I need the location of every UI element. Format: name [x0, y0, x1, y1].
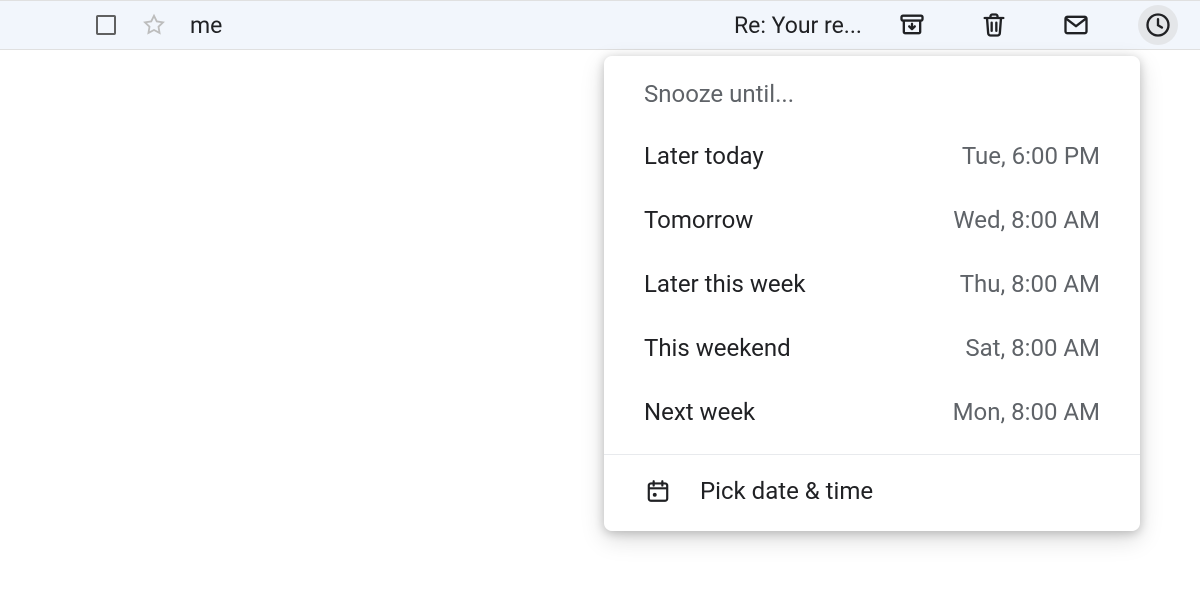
snooze-button[interactable] [1138, 5, 1178, 45]
snooze-option-label: This weekend [644, 334, 791, 362]
snooze-option-time: Thu, 8:00 AM [960, 270, 1100, 298]
snooze-option-later-this-week[interactable]: Later this week Thu, 8:00 AM [604, 252, 1140, 316]
envelope-icon [1062, 11, 1090, 39]
email-sender: me [190, 12, 734, 39]
archive-button[interactable] [892, 5, 932, 45]
snooze-menu: Snooze until... Later today Tue, 6:00 PM… [604, 56, 1140, 531]
snooze-option-label: Later this week [644, 270, 806, 298]
delete-button[interactable] [974, 5, 1014, 45]
email-row[interactable]: me Re: Your re... [0, 0, 1200, 50]
snooze-option-time: Wed, 8:00 AM [953, 206, 1100, 234]
snooze-option-time: Mon, 8:00 AM [953, 398, 1100, 426]
calendar-icon [644, 477, 672, 505]
email-action-icons [892, 5, 1188, 45]
snooze-menu-title: Snooze until... [604, 80, 1140, 124]
snooze-option-next-week[interactable]: Next week Mon, 8:00 AM [604, 380, 1140, 444]
snooze-option-label: Next week [644, 398, 755, 426]
pick-date-time-label: Pick date & time [700, 477, 873, 505]
select-checkbox[interactable] [96, 15, 116, 35]
snooze-option-this-weekend[interactable]: This weekend Sat, 8:00 AM [604, 316, 1140, 380]
archive-icon [898, 11, 926, 39]
star-icon [142, 13, 166, 37]
snooze-option-label: Later today [644, 142, 764, 170]
trash-icon [980, 11, 1008, 39]
star-button[interactable] [142, 13, 166, 37]
pick-date-time-option[interactable]: Pick date & time [604, 455, 1140, 527]
snooze-option-time: Sat, 8:00 AM [965, 334, 1100, 362]
clock-icon [1144, 11, 1172, 39]
snooze-option-time: Tue, 6:00 PM [962, 142, 1100, 170]
email-subject: Re: Your re... [734, 12, 862, 39]
snooze-option-tomorrow[interactable]: Tomorrow Wed, 8:00 AM [604, 188, 1140, 252]
snooze-option-label: Tomorrow [644, 206, 753, 234]
snooze-option-later-today[interactable]: Later today Tue, 6:00 PM [604, 124, 1140, 188]
mark-unread-button[interactable] [1056, 5, 1096, 45]
